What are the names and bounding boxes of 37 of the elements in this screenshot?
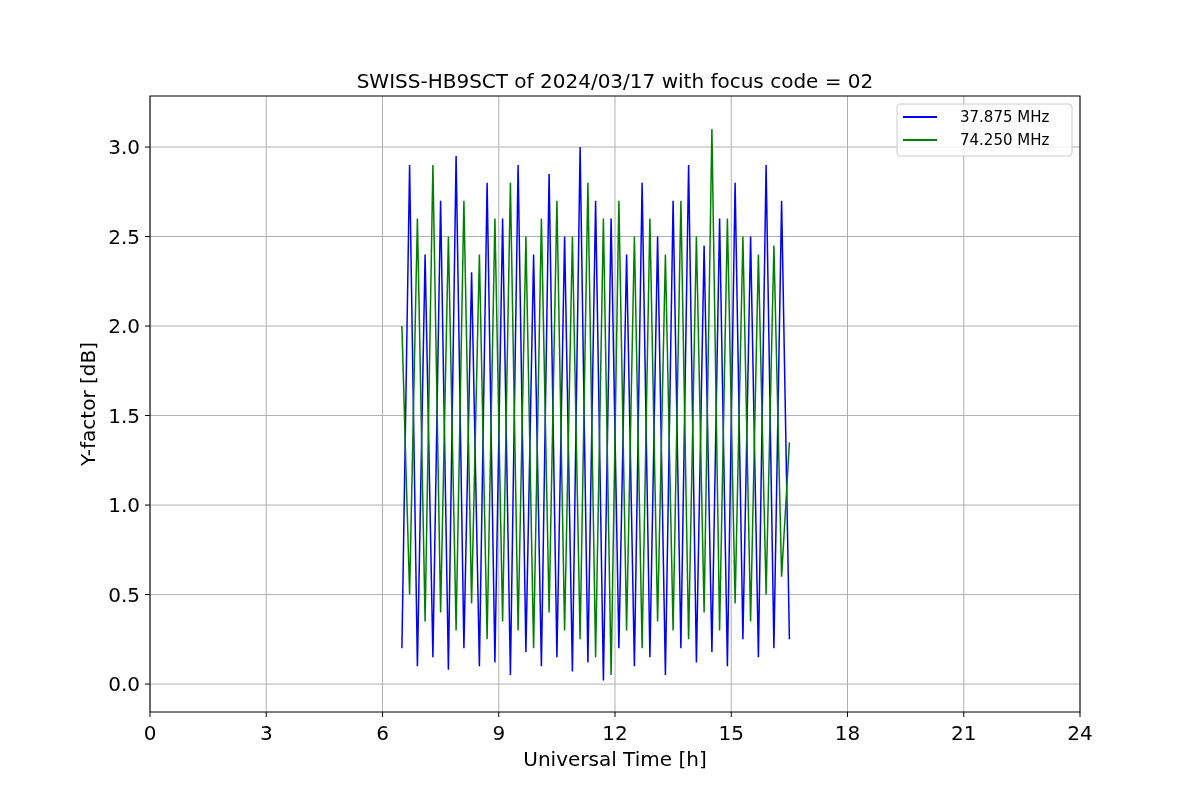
y-tick-label: 1.0: [108, 493, 140, 518]
x-tick-label: 3: [259, 721, 273, 745]
tick-mark: [144, 504, 151, 506]
tick-mark: [144, 415, 151, 417]
tick-mark: [144, 594, 151, 596]
x-tick-label: 18: [834, 721, 861, 745]
y-tick-label: 0.0: [108, 672, 140, 697]
tick-mark: [1079, 711, 1081, 718]
tick-mark: [144, 683, 151, 685]
tick-mark: [382, 711, 383, 718]
tick-mark: [730, 711, 732, 718]
x-tick-label: 0: [143, 721, 157, 745]
x-tick-label: 6: [376, 721, 389, 745]
tick-mark: [144, 146, 151, 148]
tick-mark: [144, 236, 151, 238]
tick-mark: [149, 711, 151, 718]
x-tick-label: 24: [1067, 721, 1093, 745]
y-tick-label: 2.5: [108, 224, 140, 249]
tick-mark: [498, 711, 500, 718]
x-tick-label: 12: [602, 721, 628, 745]
tick-mark: [144, 325, 151, 327]
legend-label: 37.875 MHz: [960, 108, 1050, 126]
chart-title: SWISS-HB9SCT of 2024/03/17 with focus code = 02: [356, 69, 874, 93]
y-tick-label: 0.5: [108, 582, 140, 607]
y-axis-label: Y-factor [dB]: [76, 342, 100, 466]
tick-mark: [265, 711, 267, 718]
tick-mark: [963, 711, 965, 718]
y-tick-label: 3.0: [108, 135, 140, 159]
y-tick-label: 1.5: [108, 403, 140, 428]
x-tick-label: 21: [951, 721, 977, 745]
tick-mark: [614, 711, 616, 718]
x-axis-label: Universal Time [h]: [523, 747, 707, 771]
tick-mark: [847, 711, 848, 718]
y-tick-label: 2.0: [108, 314, 140, 339]
x-tick-label: 15: [718, 721, 744, 745]
legend-label: 74.250 MHz: [960, 131, 1050, 149]
x-tick-label: 9: [492, 721, 506, 745]
